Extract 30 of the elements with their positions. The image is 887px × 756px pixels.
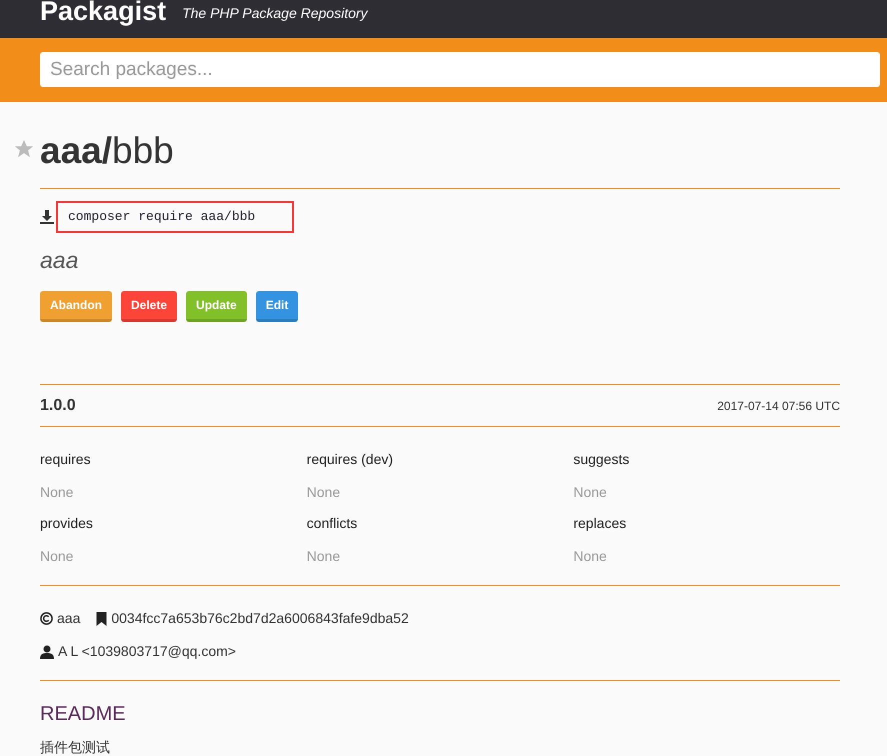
release-date: 2017-07-14 07:56 UTC [717,398,840,414]
package-description: aaa [40,246,80,274]
search-field[interactable]: Search packages... [40,52,880,87]
commit-reference[interactable]: 0034fcc7a653b76c2bd7d2a6006843fafe9dba52 [111,608,409,629]
link-value: None [306,547,340,566]
person-icon [40,644,54,658]
readme-heading: README [40,702,127,727]
download-icon [40,210,54,224]
link-heading: suggests [573,450,630,469]
version-number[interactable]: 1.0.0 [40,394,76,418]
license-text: aaa [57,609,80,628]
install-command: composer require aaa/bbb [56,201,294,232]
link-heading: provides [40,514,93,533]
readme-text: 插件包测试 [40,738,111,756]
tagline: The PHP Package Repository [182,4,368,23]
link-heading: conflicts [306,514,358,533]
link-heading: replaces [573,514,626,533]
link-value: None [573,483,607,502]
link-heading: requires (dev) [306,450,394,469]
star-icon[interactable] [13,138,35,160]
link-value: None [40,483,74,502]
author-text[interactable]: A L <1039803717@qq.com> [58,641,236,662]
link-value: None [306,483,340,502]
link-heading: requires [40,450,91,469]
copyright-icon [40,612,53,625]
link-value: None [573,547,607,566]
bookmark-icon [96,612,108,626]
logo-text[interactable]: Packagist [40,0,166,31]
package-title: aaa/bbb [40,129,174,174]
link-value: None [40,547,74,566]
